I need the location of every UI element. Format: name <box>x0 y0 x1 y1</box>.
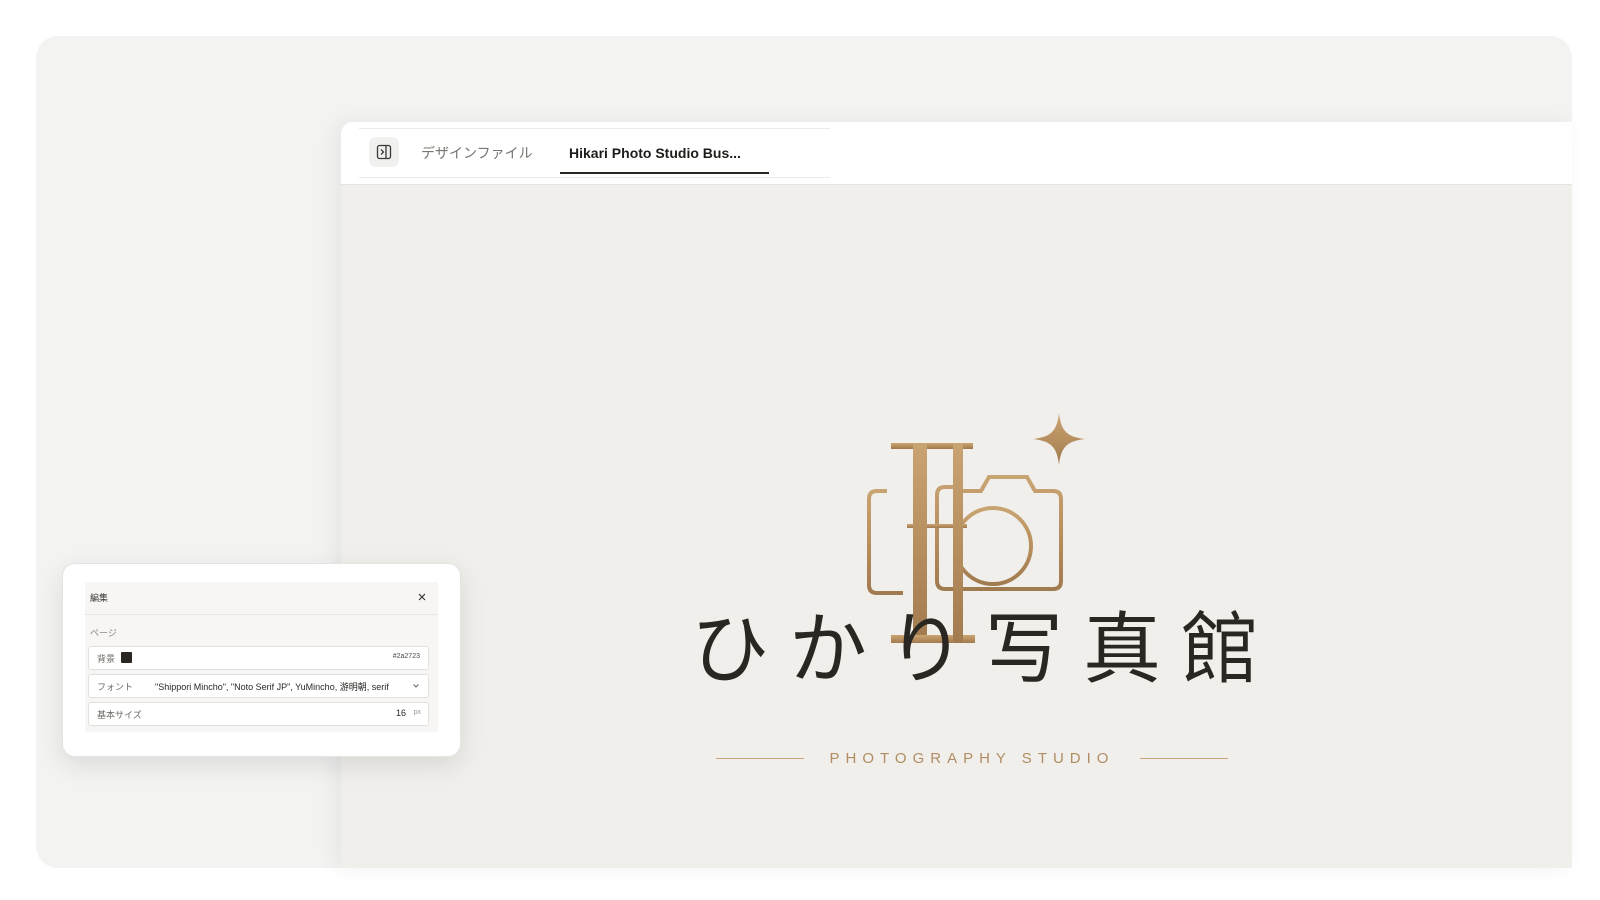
close-button[interactable] <box>414 589 430 605</box>
font-value: "Shippori Mincho", "Noto Serif JP", YuMi… <box>155 682 389 692</box>
logo-title: ひかり写真館 <box>691 605 1280 695</box>
design-canvas[interactable]: ひかり写真館 PHOTOGRAPHY STUDIO <box>341 185 1572 868</box>
section-label-page: ページ <box>90 628 117 638</box>
font-label: フォント <box>97 682 134 692</box>
logo-tagline: PHOTOGRAPHY STUDIO <box>829 749 1115 767</box>
tab-hikari-photo-studio[interactable]: Hikari Photo Studio Bus... <box>569 140 741 166</box>
sidebar-toggle-icon <box>376 144 392 160</box>
tab-bar: デザインファイル Hikari Photo Studio Bus... <box>341 122 1572 185</box>
edit-panel: 編集 ページ 背景 #2a2723 フォント "Shippori Mincho"… <box>62 563 461 757</box>
close-icon <box>418 593 426 601</box>
tab-design-files[interactable]: デザインファイル <box>421 140 533 166</box>
sparkle-icon <box>1033 413 1085 465</box>
tagline-rule-left <box>716 757 804 759</box>
design-window: デザインファイル Hikari Photo Studio Bus... ひかり写… <box>341 122 1572 868</box>
active-tab-indicator <box>560 172 769 174</box>
edit-panel-title: 編集 <box>90 593 109 603</box>
base-size-label: 基本サイズ <box>97 710 142 720</box>
base-size-field[interactable]: 基本サイズ 16 px <box>88 702 429 726</box>
font-select[interactable]: フォント "Shippori Mincho", "Noto Serif JP",… <box>88 674 429 698</box>
background-color-swatch[interactable] <box>121 652 132 663</box>
background-color-field[interactable]: 背景 #2a2723 <box>88 646 429 670</box>
tagline-rule-right <box>1140 757 1228 759</box>
base-size-unit: px <box>413 709 421 716</box>
base-size-value[interactable]: 16 <box>396 708 406 718</box>
background-hex-value: #2a2723 <box>392 653 420 660</box>
sidebar-toggle-button[interactable] <box>369 137 399 167</box>
background-label: 背景 <box>97 654 116 664</box>
tagline-row: PHOTOGRAPHY STUDIO <box>716 748 1228 768</box>
chevron-down-icon <box>413 684 419 688</box>
edit-panel-body: 編集 ページ 背景 #2a2723 フォント "Shippori Mincho"… <box>85 582 438 732</box>
edit-panel-header: 編集 <box>85 582 438 615</box>
